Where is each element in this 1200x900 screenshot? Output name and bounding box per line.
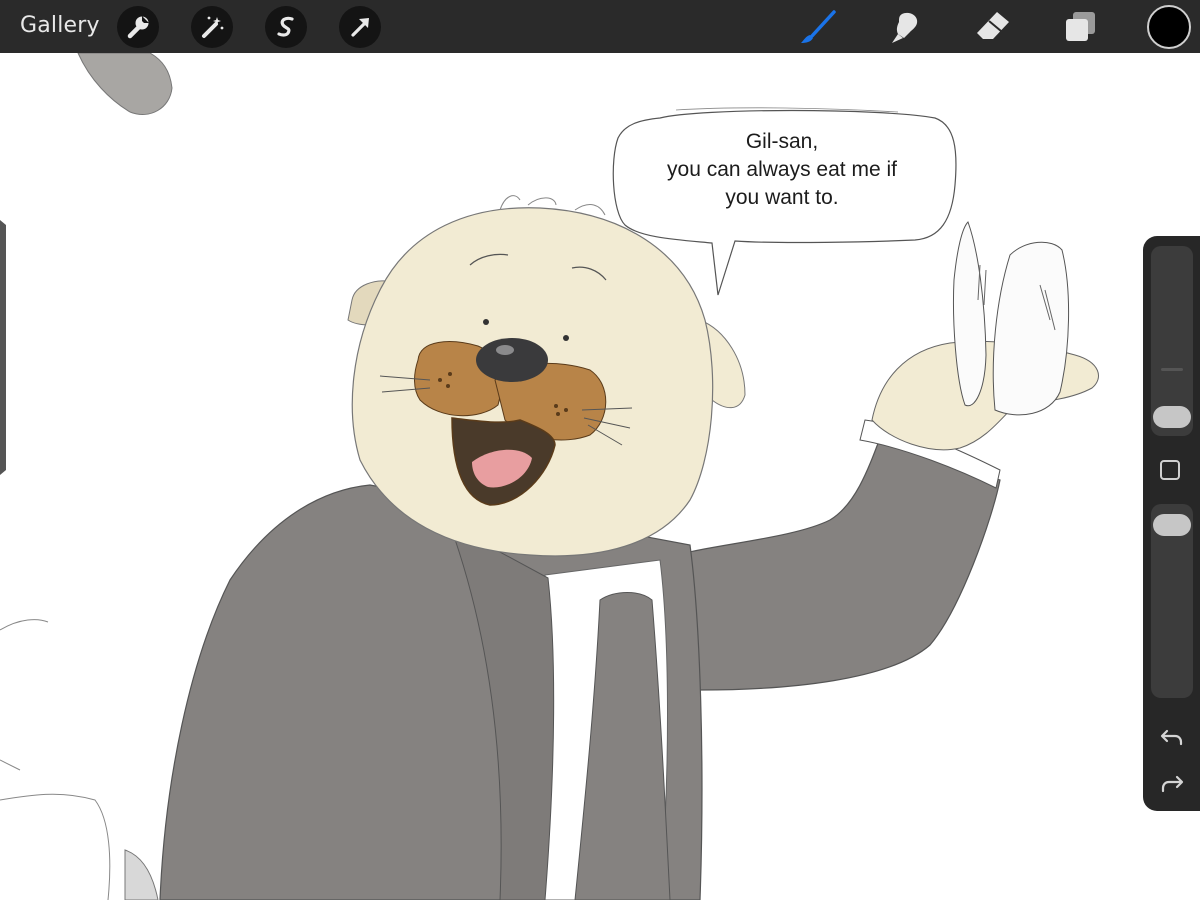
eraser-tool-button[interactable] xyxy=(971,6,1015,48)
bottom-hatch xyxy=(124,849,159,900)
adjustments-button[interactable] xyxy=(191,6,233,48)
freckle xyxy=(564,408,568,412)
left-edge-stroke xyxy=(0,220,6,475)
layers-button[interactable] xyxy=(1060,6,1104,48)
actions-button[interactable] xyxy=(117,6,159,48)
brush-size-thumb[interactable] xyxy=(1153,406,1191,428)
layers-icon xyxy=(1066,12,1095,41)
opacity-thumb[interactable] xyxy=(1153,514,1191,536)
eraser-icon xyxy=(977,12,1009,39)
selection-button[interactable] xyxy=(265,6,307,48)
freckle xyxy=(556,412,560,416)
left-eye xyxy=(483,319,489,325)
speech-bubble-text: Gil-san, you can always eat me if you wa… xyxy=(620,128,944,212)
nose-highlight xyxy=(496,345,514,355)
smudge-tool-button[interactable] xyxy=(884,6,928,48)
drawing-canvas[interactable]: Gil-san, you can always eat me if you wa… xyxy=(0,53,1200,900)
speech-line-1: Gil-san, xyxy=(745,130,819,153)
brush-size-slider[interactable] xyxy=(1151,246,1193,436)
right-sidebar xyxy=(1143,236,1200,811)
freckle xyxy=(554,404,558,408)
arm-sleeve xyxy=(659,437,1001,691)
gallery-button[interactable]: Gallery xyxy=(20,13,100,38)
transform-arrow-icon xyxy=(351,18,369,37)
top-toolbar: Gallery xyxy=(0,0,1200,53)
grey-paw-shape xyxy=(77,53,173,116)
redo-icon xyxy=(1161,775,1184,793)
artwork xyxy=(0,53,1099,900)
speech-line-2: you can always eat me if xyxy=(667,158,897,181)
speech-line-3: you want to. xyxy=(725,186,839,209)
held-paper xyxy=(952,221,987,407)
otter-nose xyxy=(476,338,548,382)
opacity-slider[interactable] xyxy=(1151,504,1193,698)
redo-button[interactable] xyxy=(1157,769,1187,799)
left-sketch-lines xyxy=(0,619,111,900)
held-paper-back xyxy=(992,241,1070,416)
wrench-icon xyxy=(127,16,149,39)
freckle xyxy=(446,384,450,388)
slider-tick xyxy=(1161,368,1183,371)
brush-icon xyxy=(801,10,836,43)
magic-wand-icon xyxy=(202,16,224,38)
undo-button[interactable] xyxy=(1157,721,1187,751)
freckle xyxy=(438,378,442,382)
modify-button[interactable] xyxy=(1160,460,1180,480)
undo-icon xyxy=(1160,729,1183,746)
selection-icon xyxy=(277,16,294,37)
right-eye xyxy=(563,335,569,341)
freckle xyxy=(448,372,452,376)
smudge-icon xyxy=(892,12,918,43)
color-picker-button[interactable] xyxy=(1147,5,1191,49)
brush-tool-button[interactable] xyxy=(796,6,840,48)
transform-button[interactable] xyxy=(339,6,381,48)
